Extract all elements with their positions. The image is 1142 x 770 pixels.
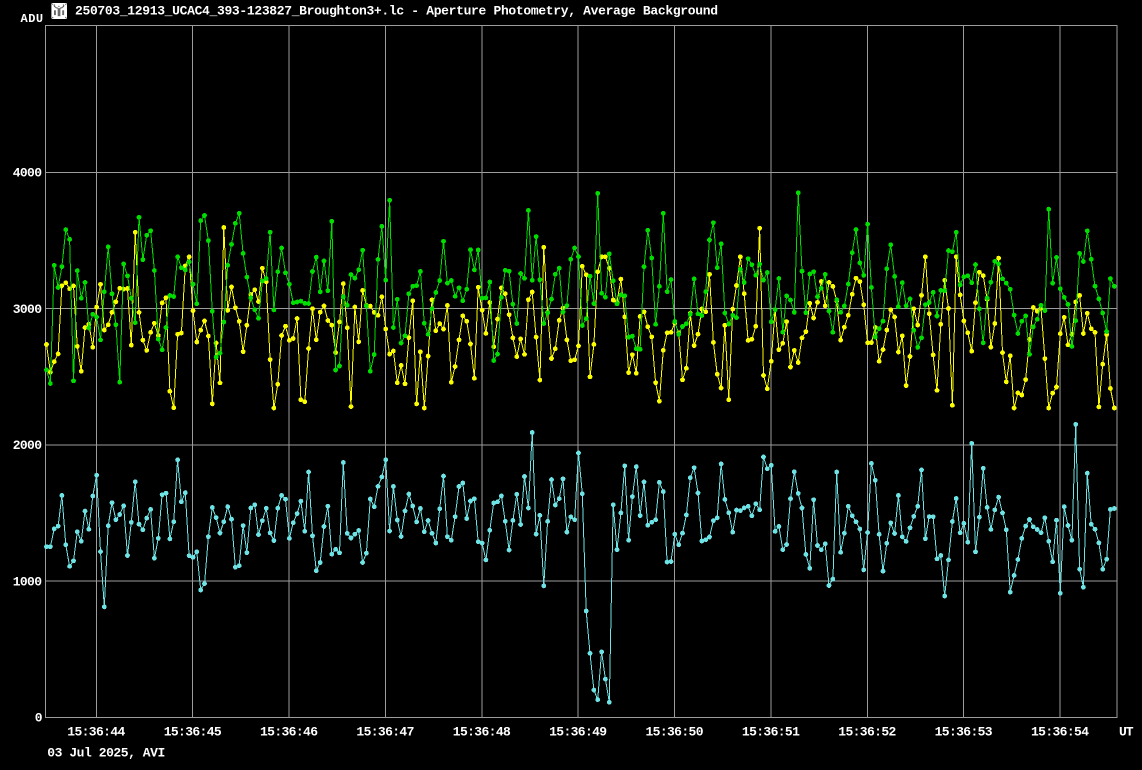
svg-text:15:36:49: 15:36:49 (549, 725, 607, 740)
svg-text:15:36:51: 15:36:51 (742, 725, 800, 740)
svg-text:250703_12913_UCAC4_393-123827_: 250703_12913_UCAC4_393-123827_Broughton3… (75, 3, 718, 18)
svg-text:1000: 1000 (13, 574, 42, 589)
svg-text:15:36:47: 15:36:47 (356, 725, 414, 740)
svg-text:15:36:48: 15:36:48 (453, 725, 511, 740)
svg-text:3000: 3000 (13, 302, 42, 317)
svg-text:ADU: ADU (21, 12, 44, 26)
svg-text:2000: 2000 (13, 438, 42, 453)
svg-text:4000: 4000 (13, 166, 42, 181)
svg-text:15:36:50: 15:36:50 (646, 725, 704, 740)
svg-text:15:36:44: 15:36:44 (67, 725, 125, 740)
svg-text:15:36:53: 15:36:53 (935, 725, 993, 740)
svg-text:15:36:52: 15:36:52 (838, 725, 896, 740)
svg-text:15:36:54: 15:36:54 (1031, 725, 1089, 740)
svg-text:UT: UT (1119, 725, 1134, 740)
svg-text:15:36:46: 15:36:46 (260, 725, 318, 740)
svg-text:15:36:45: 15:36:45 (164, 725, 222, 740)
svg-text:0: 0 (35, 711, 43, 726)
svg-text:03 Jul 2025, AVI: 03 Jul 2025, AVI (47, 745, 165, 760)
